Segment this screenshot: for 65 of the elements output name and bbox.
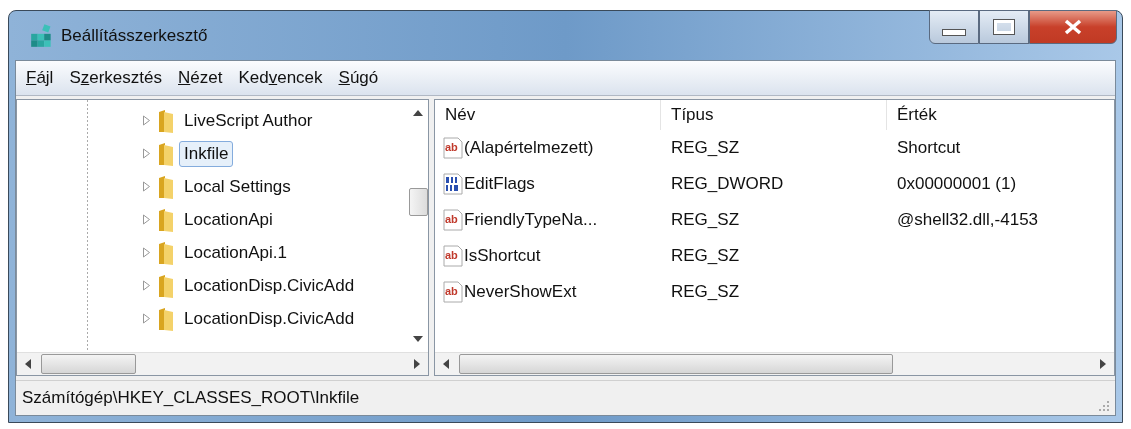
value-type: REG_DWORD (671, 174, 784, 193)
scroll-right-icon[interactable] (414, 359, 420, 369)
column-header[interactable]: Érték (887, 100, 1114, 130)
menu-item[interactable]: Kedvencek (230, 66, 331, 90)
string-value-icon: ab (443, 245, 463, 267)
maximize-button[interactable] (979, 10, 1029, 44)
value-data: 0x00000001 (1) (897, 174, 1017, 193)
scroll-down-icon[interactable] (413, 336, 423, 342)
string-value-icon: ab (443, 281, 463, 303)
tree-item[interactable]: Inkfile (179, 140, 234, 167)
tree-item[interactable]: LocationDisp.CivicAdd (179, 272, 360, 299)
menu-item[interactable]: Fájl (18, 66, 62, 90)
horizontal-scrollbar[interactable] (17, 352, 428, 375)
expand-arrow-icon[interactable] (142, 313, 151, 324)
window-title: Beállításszerkesztő (61, 25, 208, 46)
scroll-thumb[interactable] (41, 354, 136, 374)
resize-grip-icon[interactable] (1099, 401, 1109, 411)
expand-arrow-icon[interactable] (142, 181, 151, 192)
expand-arrow-icon[interactable] (142, 247, 151, 258)
column-header[interactable]: Név (435, 100, 661, 130)
value-name[interactable]: IsShortcut (464, 246, 541, 266)
tree-item[interactable]: Local Settings (179, 173, 296, 200)
expand-arrow-icon[interactable] (142, 280, 151, 291)
value-name[interactable]: FriendlyTypeNa... (464, 210, 598, 230)
string-value-icon: ab (443, 209, 463, 231)
folder-icon (157, 239, 175, 266)
column-header[interactable]: Típus (661, 100, 887, 130)
folder-icon (157, 173, 175, 200)
folder-icon (157, 107, 175, 134)
scroll-left-icon[interactable] (443, 359, 449, 369)
value-type: REG_SZ (671, 138, 740, 157)
status-path: Számítógép\HKEY_CLASSES_ROOT\Inkfile (22, 388, 361, 408)
menu-item[interactable]: Nézet (170, 66, 231, 90)
value-type: REG_SZ (671, 210, 740, 229)
scroll-up-icon[interactable] (413, 110, 423, 116)
value-type: REG_SZ (671, 246, 740, 265)
value-type: REG_SZ (671, 282, 740, 301)
scroll-thumb[interactable] (459, 354, 893, 374)
binary-value-icon (443, 173, 463, 195)
tree-item[interactable]: LocationApi (179, 206, 278, 233)
scroll-left-icon[interactable] (25, 359, 31, 369)
menu-item[interactable]: Szerkesztés (61, 66, 170, 90)
folder-icon (157, 272, 175, 299)
tree-item[interactable]: LocationApi.1 (179, 239, 293, 266)
horizontal-scrollbar[interactable] (435, 352, 1114, 375)
value-name[interactable]: NeverShowExt (464, 282, 577, 302)
folder-icon (157, 305, 175, 332)
close-icon[interactable] (1063, 19, 1083, 35)
tree-item[interactable]: LiveScript Author (179, 107, 318, 134)
menu-item[interactable]: Súgó (330, 66, 387, 90)
value-data: Shortcut (897, 138, 961, 157)
scroll-thumb[interactable] (408, 188, 428, 216)
scroll-right-icon[interactable] (1100, 359, 1106, 369)
expand-arrow-icon[interactable] (142, 115, 151, 126)
value-name[interactable]: (Alapértelmezett) (464, 138, 594, 158)
expand-arrow-icon[interactable] (142, 214, 151, 225)
string-value-icon: ab (443, 137, 463, 159)
expand-arrow-icon[interactable] (142, 148, 151, 159)
value-data: @shell32.dll,-4153 (897, 210, 1039, 229)
tree-item[interactable]: LocationDisp.CivicAdd (179, 305, 360, 332)
value-name[interactable]: EditFlags (464, 174, 535, 194)
minimize-button[interactable] (929, 10, 979, 44)
close-button[interactable] (1029, 10, 1117, 44)
folder-icon (157, 206, 175, 233)
folder-icon (157, 140, 175, 167)
